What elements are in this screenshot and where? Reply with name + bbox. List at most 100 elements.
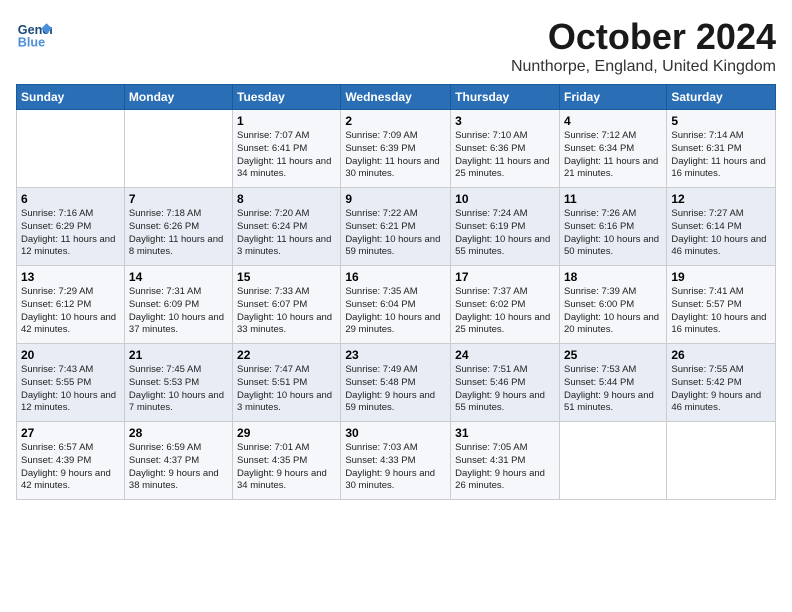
day-cell: 11Sunrise: 7:26 AM Sunset: 6:16 PM Dayli… bbox=[559, 188, 666, 266]
calendar-table: SundayMondayTuesdayWednesdayThursdayFrid… bbox=[16, 84, 776, 500]
day-cell bbox=[667, 422, 776, 500]
day-cell: 20 Sunrise: 7:43 AM Sunset: 5:55 PM Dayli… bbox=[17, 344, 125, 422]
day-number: 17 bbox=[455, 270, 555, 284]
day-cell: 3 Sunrise: 7:10 AM Sunset: 6:36 PM Daylig… bbox=[451, 110, 560, 188]
day-number: 18 bbox=[564, 270, 662, 284]
day-cell: 14Sunrise: 7:31 AM Sunset: 6:09 PM Dayli… bbox=[124, 266, 232, 344]
day-info: Sunrise: 7:51 AM Sunset: 5:46 PM Dayligh… bbox=[455, 364, 555, 415]
week-row-2: 6 Sunrise: 7:16 AM Sunset: 6:29 PM Daylig… bbox=[17, 188, 776, 266]
day-cell: 22 Sunrise: 7:47 AM Sunset: 5:51 PM Dayli… bbox=[233, 344, 341, 422]
day-number: 7 bbox=[129, 192, 228, 206]
day-number: 24 bbox=[455, 348, 555, 362]
day-number: 28 bbox=[129, 426, 228, 440]
week-row-5: 27 Sunrise: 6:57 AM Sunset: 4:39 PM Dayli… bbox=[17, 422, 776, 500]
day-number: 27 bbox=[21, 426, 120, 440]
svg-text:Blue: Blue bbox=[18, 36, 45, 50]
week-row-4: 20 Sunrise: 7:43 AM Sunset: 5:55 PM Dayli… bbox=[17, 344, 776, 422]
day-number: 21 bbox=[129, 348, 228, 362]
day-number: 2 bbox=[345, 114, 446, 128]
day-cell: 23 Sunrise: 7:49 AM Sunset: 5:48 PM Dayli… bbox=[341, 344, 451, 422]
day-cell: 26Sunrise: 7:55 AM Sunset: 5:42 PM Dayli… bbox=[667, 344, 776, 422]
day-cell: 27 Sunrise: 6:57 AM Sunset: 4:39 PM Dayli… bbox=[17, 422, 125, 500]
header-day-saturday: Saturday bbox=[667, 85, 776, 110]
day-cell bbox=[17, 110, 125, 188]
day-cell: 13Sunrise: 7:29 AM Sunset: 6:12 PM Dayli… bbox=[17, 266, 125, 344]
day-number: 25 bbox=[564, 348, 662, 362]
day-number: 8 bbox=[237, 192, 336, 206]
day-number: 4 bbox=[564, 114, 662, 128]
day-info: Sunrise: 7:35 AM Sunset: 6:04 PM Dayligh… bbox=[345, 286, 446, 337]
logo: General Blue bbox=[16, 16, 52, 52]
day-number: 3 bbox=[455, 114, 555, 128]
day-info: Sunrise: 7:27 AM Sunset: 6:14 PM Dayligh… bbox=[671, 208, 771, 259]
day-info: Sunrise: 7:22 AM Sunset: 6:21 PM Dayligh… bbox=[345, 208, 446, 259]
day-info: Sunrise: 7:39 AM Sunset: 6:00 PM Dayligh… bbox=[564, 286, 662, 337]
day-info: Sunrise: 7:18 AM Sunset: 6:26 PM Dayligh… bbox=[129, 208, 228, 259]
day-info: Sunrise: 7:33 AM Sunset: 6:07 PM Dayligh… bbox=[237, 286, 336, 337]
logo-icon: General Blue bbox=[16, 16, 52, 52]
month-title: October 2024 bbox=[511, 16, 776, 58]
day-info: Sunrise: 7:03 AM Sunset: 4:33 PM Dayligh… bbox=[345, 442, 446, 493]
day-info: Sunrise: 7:05 AM Sunset: 4:31 PM Dayligh… bbox=[455, 442, 555, 493]
day-cell: 31 Sunrise: 7:05 AM Sunset: 4:31 PM Dayli… bbox=[451, 422, 560, 500]
day-cell: 21 Sunrise: 7:45 AM Sunset: 5:53 PM Dayli… bbox=[124, 344, 232, 422]
day-cell: 9 Sunrise: 7:22 AM Sunset: 6:21 PM Daylig… bbox=[341, 188, 451, 266]
day-number: 10 bbox=[455, 192, 555, 206]
header-day-wednesday: Wednesday bbox=[341, 85, 451, 110]
header-day-thursday: Thursday bbox=[451, 85, 560, 110]
week-row-1: 1 Sunrise: 7:07 AM Sunset: 6:41 PM Daylig… bbox=[17, 110, 776, 188]
day-cell: 17 Sunrise: 7:37 AM Sunset: 6:02 PM Dayli… bbox=[451, 266, 560, 344]
day-info: Sunrise: 7:10 AM Sunset: 6:36 PM Dayligh… bbox=[455, 130, 555, 181]
day-cell: 18 Sunrise: 7:39 AM Sunset: 6:00 PM Dayli… bbox=[559, 266, 666, 344]
day-info: Sunrise: 7:49 AM Sunset: 5:48 PM Dayligh… bbox=[345, 364, 446, 415]
day-number: 20 bbox=[21, 348, 120, 362]
day-info: Sunrise: 7:09 AM Sunset: 6:39 PM Dayligh… bbox=[345, 130, 446, 181]
day-cell: 15 Sunrise: 7:33 AM Sunset: 6:07 PM Dayli… bbox=[233, 266, 341, 344]
day-cell: 5 Sunrise: 7:14 AM Sunset: 6:31 PM Daylig… bbox=[667, 110, 776, 188]
day-info: Sunrise: 7:01 AM Sunset: 4:35 PM Dayligh… bbox=[237, 442, 336, 493]
day-cell: 24 Sunrise: 7:51 AM Sunset: 5:46 PM Dayli… bbox=[451, 344, 560, 422]
day-cell: 4Sunrise: 7:12 AM Sunset: 6:34 PM Daylig… bbox=[559, 110, 666, 188]
day-cell: 1 Sunrise: 7:07 AM Sunset: 6:41 PM Daylig… bbox=[233, 110, 341, 188]
day-cell: 6 Sunrise: 7:16 AM Sunset: 6:29 PM Daylig… bbox=[17, 188, 125, 266]
day-info: Sunrise: 6:59 AM Sunset: 4:37 PM Dayligh… bbox=[129, 442, 228, 493]
day-cell: 12 Sunrise: 7:27 AM Sunset: 6:14 PM Dayli… bbox=[667, 188, 776, 266]
day-number: 13 bbox=[21, 270, 120, 284]
header-day-sunday: Sunday bbox=[17, 85, 125, 110]
day-info: Sunrise: 7:47 AM Sunset: 5:51 PM Dayligh… bbox=[237, 364, 336, 415]
day-info: Sunrise: 6:57 AM Sunset: 4:39 PM Dayligh… bbox=[21, 442, 120, 493]
day-cell: 25Sunrise: 7:53 AM Sunset: 5:44 PM Dayli… bbox=[559, 344, 666, 422]
day-info: Sunrise: 7:41 AM Sunset: 5:57 PM Dayligh… bbox=[671, 286, 771, 337]
day-info: Sunrise: 7:45 AM Sunset: 5:53 PM Dayligh… bbox=[129, 364, 228, 415]
page-header: General Blue October 2024 Nunthorpe, Eng… bbox=[16, 16, 776, 76]
day-number: 31 bbox=[455, 426, 555, 440]
header-day-tuesday: Tuesday bbox=[233, 85, 341, 110]
day-number: 16 bbox=[345, 270, 446, 284]
day-number: 22 bbox=[237, 348, 336, 362]
day-info: Sunrise: 7:07 AM Sunset: 6:41 PM Dayligh… bbox=[237, 130, 336, 181]
day-number: 23 bbox=[345, 348, 446, 362]
day-number: 26 bbox=[671, 348, 771, 362]
day-number: 1 bbox=[237, 114, 336, 128]
day-info: Sunrise: 7:14 AM Sunset: 6:31 PM Dayligh… bbox=[671, 130, 771, 181]
week-row-3: 13Sunrise: 7:29 AM Sunset: 6:12 PM Dayli… bbox=[17, 266, 776, 344]
day-cell: 8Sunrise: 7:20 AM Sunset: 6:24 PM Daylig… bbox=[233, 188, 341, 266]
day-number: 15 bbox=[237, 270, 336, 284]
day-number: 9 bbox=[345, 192, 446, 206]
day-info: Sunrise: 7:43 AM Sunset: 5:55 PM Dayligh… bbox=[21, 364, 120, 415]
day-cell: 7 Sunrise: 7:18 AM Sunset: 6:26 PM Daylig… bbox=[124, 188, 232, 266]
day-number: 19 bbox=[671, 270, 771, 284]
day-number: 12 bbox=[671, 192, 771, 206]
day-info: Sunrise: 7:37 AM Sunset: 6:02 PM Dayligh… bbox=[455, 286, 555, 337]
day-cell: 16 Sunrise: 7:35 AM Sunset: 6:04 PM Dayli… bbox=[341, 266, 451, 344]
day-info: Sunrise: 7:31 AM Sunset: 6:09 PM Dayligh… bbox=[129, 286, 228, 337]
location: Nunthorpe, England, United Kingdom bbox=[511, 58, 776, 76]
day-number: 11 bbox=[564, 192, 662, 206]
header-row: SundayMondayTuesdayWednesdayThursdayFrid… bbox=[17, 85, 776, 110]
day-number: 30 bbox=[345, 426, 446, 440]
day-number: 6 bbox=[21, 192, 120, 206]
header-day-monday: Monday bbox=[124, 85, 232, 110]
day-info: Sunrise: 7:16 AM Sunset: 6:29 PM Dayligh… bbox=[21, 208, 120, 259]
day-number: 5 bbox=[671, 114, 771, 128]
day-cell: 28 Sunrise: 6:59 AM Sunset: 4:37 PM Dayli… bbox=[124, 422, 232, 500]
